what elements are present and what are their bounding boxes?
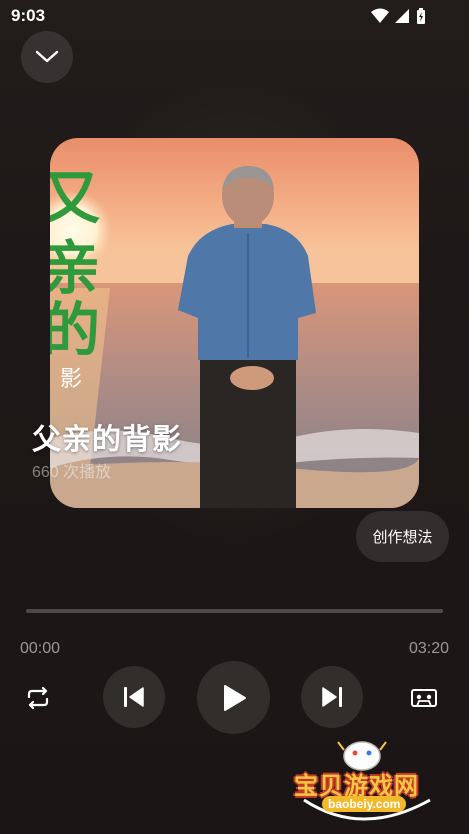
current-time: 00:00 [20, 640, 61, 657]
play-icon [223, 684, 246, 711]
song-title: 父亲的背影 [32, 424, 183, 456]
collapse-button[interactable] [21, 31, 73, 83]
svg-text:又: 又 [50, 164, 100, 232]
next-icon [322, 687, 342, 707]
status-bar: 9:03 [0, 0, 469, 32]
chevron-down-icon [35, 50, 59, 63]
progress-bar[interactable] [26, 609, 443, 613]
play-count: 660 次播放 [32, 464, 112, 481]
cassette-icon [411, 689, 437, 707]
signal-icon [395, 9, 409, 23]
repeat-button[interactable] [20, 680, 56, 716]
status-icons [371, 8, 425, 24]
svg-text:的: 的 [50, 296, 100, 364]
cassette-button[interactable] [406, 680, 442, 716]
creation-idea-button[interactable]: 创作想法 [356, 511, 449, 562]
battery-icon [417, 8, 425, 24]
previous-icon [124, 687, 144, 707]
next-button[interactable] [301, 666, 363, 728]
wifi-icon [371, 8, 389, 23]
previous-button[interactable] [103, 666, 165, 728]
total-time: 03:20 [408, 640, 449, 657]
cover-text: 又 亲 的 [50, 164, 100, 364]
watermark-url: baobeiy.com [322, 796, 407, 812]
repeat-icon [27, 687, 49, 709]
status-time: 9:03 [11, 6, 46, 25]
svg-text:亲: 亲 [50, 234, 100, 302]
play-button[interactable] [197, 661, 270, 734]
svg-text:影: 影 [60, 367, 82, 392]
watermark-logo: 宝贝游戏网 baobeiy.com [292, 738, 442, 830]
